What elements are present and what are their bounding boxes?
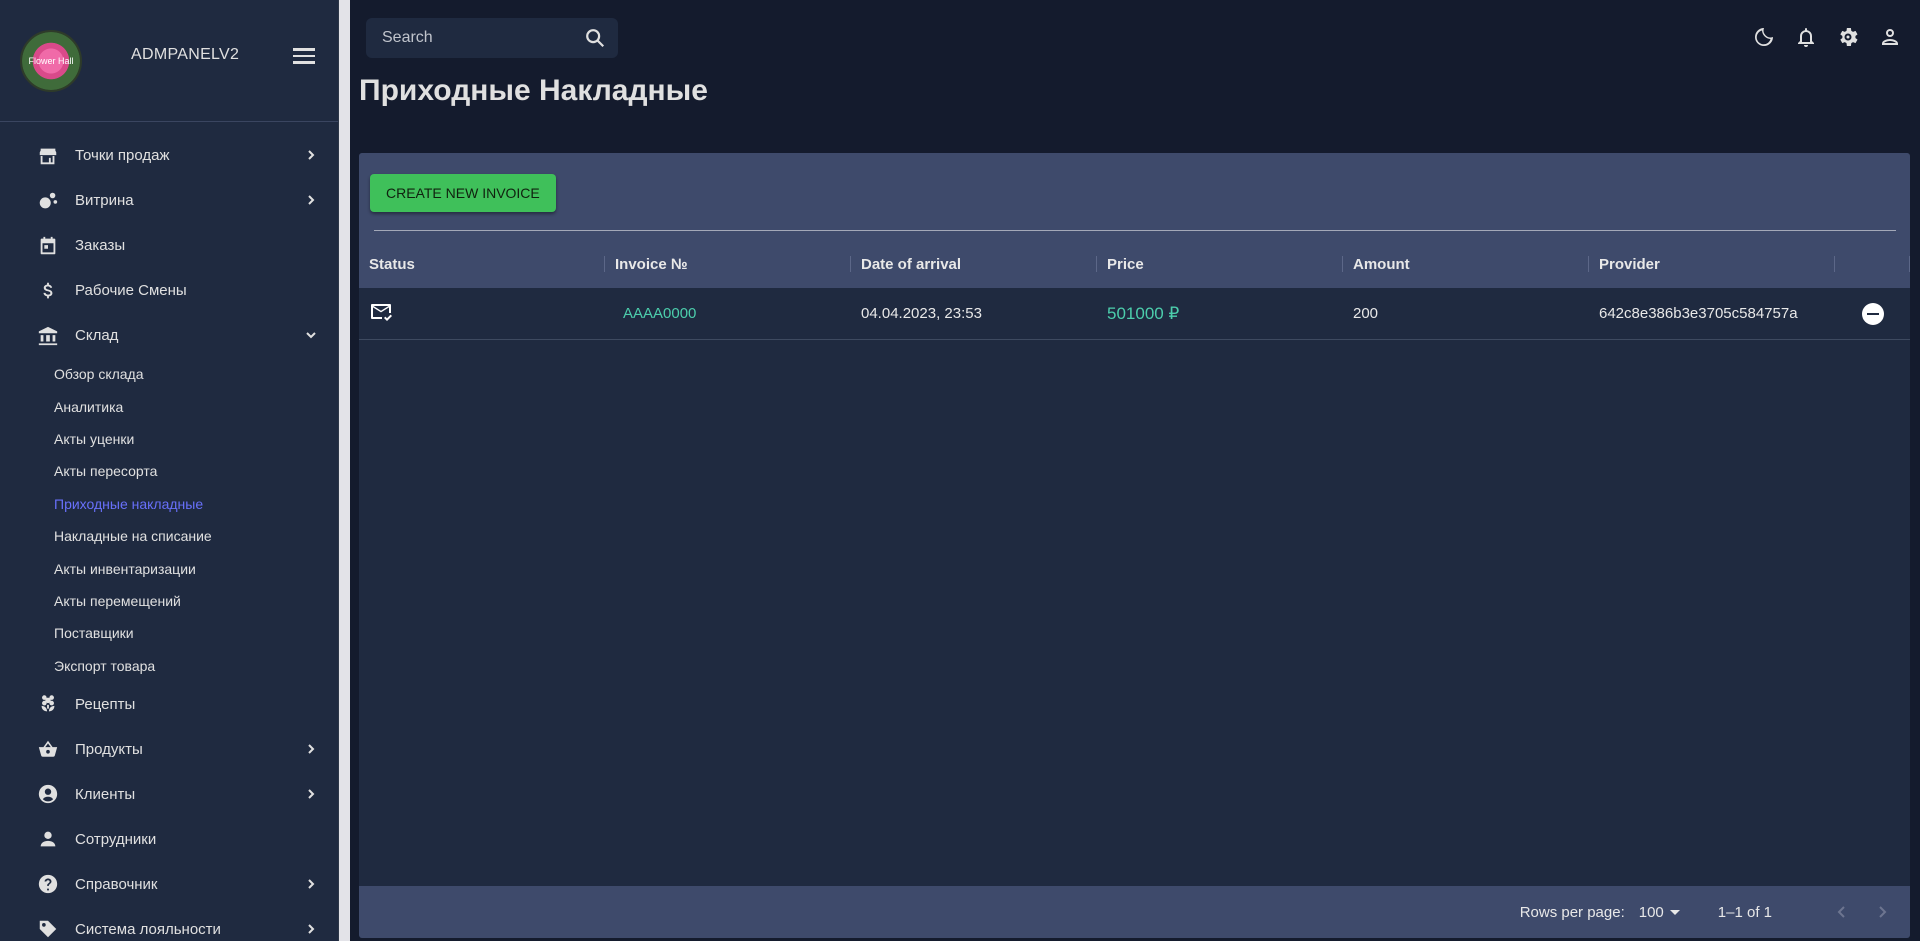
sidebar-item-loyalty[interactable]: Система лояльности: [0, 907, 338, 941]
next-page-icon[interactable]: [1872, 902, 1892, 922]
page-title: Приходные Накладные: [359, 74, 708, 107]
dark-mode-icon[interactable]: [1752, 25, 1776, 49]
sidebar-subitem-write-offs[interactable]: Накладные на списание: [54, 520, 338, 552]
sidebar-item-label: Продукты: [75, 740, 143, 758]
sidebar: Flower Hall ADMPANELV2 Точки продаж Витр…: [0, 0, 339, 941]
chevron-right-icon: [304, 742, 318, 756]
sidebar-item-clients[interactable]: Клиенты: [0, 772, 338, 817]
sidebar-item-label: Склад: [75, 327, 119, 344]
sidebar-item-label: Справочник: [75, 875, 158, 893]
column-header-date[interactable]: Date of arrival: [851, 240, 1097, 288]
sidebar-subitem-overview[interactable]: Обзор склада: [54, 358, 338, 390]
sidebar-item-reference[interactable]: Справочник: [0, 862, 338, 907]
invoices-panel: CREATE NEW INVOICE Status Invoice № Date…: [359, 153, 1910, 938]
sidebar-item-label: Рецепты: [75, 695, 136, 713]
person-icon: [36, 827, 60, 851]
bank-icon: [36, 324, 60, 348]
sidebar-header: Flower Hall ADMPANELV2: [0, 0, 338, 122]
price-value: 501000 ₽: [1107, 303, 1180, 323]
basket-icon: [36, 737, 60, 761]
chevron-right-icon: [304, 193, 318, 207]
help-icon: [36, 872, 60, 896]
search-box: [366, 18, 618, 58]
sidebar-subitem-export[interactable]: Экспорт товара: [54, 650, 338, 682]
sidebar-scrollbar[interactable]: [339, 0, 350, 941]
sidebar-item-sales-points[interactable]: Точки продаж: [0, 133, 338, 178]
logo: Flower Hall: [20, 29, 82, 92]
rows-per-page-label: Rows per page:: [1519, 903, 1625, 921]
create-invoice-button[interactable]: CREATE NEW INVOICE: [370, 174, 556, 212]
user-icon[interactable]: [1878, 25, 1902, 49]
sidebar-item-recipes[interactable]: Рецепты: [0, 682, 338, 727]
sidebar-item-label: Заказы: [75, 237, 126, 254]
sidebar-subitem-resorting[interactable]: Акты пересорта: [54, 455, 338, 487]
search-icon[interactable]: [584, 27, 606, 49]
chevron-right-icon: [304, 877, 318, 891]
sidebar-nav: Точки продаж Витрина Заказы Рабочие Смен…: [0, 122, 338, 941]
sidebar-item-label: Клиенты: [75, 785, 136, 803]
gear-icon[interactable]: [1836, 25, 1860, 49]
column-header-amount[interactable]: Amount: [1343, 240, 1589, 288]
column-header-status[interactable]: Status: [359, 240, 605, 288]
sidebar-item-label: Точки продаж: [75, 147, 170, 164]
caret-down-icon: [1669, 909, 1680, 915]
invoice-link[interactable]: AAAA0000: [615, 305, 696, 322]
chevron-right-icon: [304, 148, 318, 162]
tag-icon: [36, 917, 60, 941]
date-cell: 04.04.2023, 23:53: [861, 305, 982, 322]
column-header-invoice[interactable]: Invoice №: [605, 240, 851, 288]
provider-cell: 642c8e386b3e3705c584757a: [1599, 305, 1798, 322]
sidebar-subitem-inventory[interactable]: Акты инвентаризации: [54, 552, 338, 584]
chevron-down-icon: [304, 328, 318, 342]
column-header-price[interactable]: Price: [1097, 240, 1343, 288]
sidebar-subitem-markdowns[interactable]: Акты уценки: [54, 423, 338, 455]
mail-check-icon: [369, 300, 393, 328]
column-header-provider[interactable]: Provider: [1589, 240, 1835, 288]
app-name: ADMPANELV2: [131, 46, 240, 63]
sidebar-item-label: Витрина: [75, 192, 134, 209]
pagination-range: 1–1 of 1: [1717, 903, 1772, 921]
top-icons: [1752, 25, 1902, 49]
table-header: Status Invoice № Date of arrival Price A…: [359, 240, 1910, 288]
column-header-actions: [1835, 240, 1910, 288]
remove-icon[interactable]: [1861, 302, 1884, 325]
sidebar-subitem-transfers[interactable]: Акты перемещений: [54, 585, 338, 617]
sidebar-item-label: Рабочие Смены: [75, 282, 187, 299]
chevron-right-icon: [304, 787, 318, 801]
amount-cell: 200: [1353, 305, 1379, 322]
price-cell: 501000 ₽: [1097, 288, 1343, 339]
showcase-icon: [36, 189, 60, 213]
hamburger-menu-icon[interactable]: [293, 48, 315, 64]
warehouse-submenu: Обзор склада Аналитика Акты уценки Акты …: [0, 358, 338, 682]
calendar-icon: [36, 234, 60, 258]
logo-text: Flower Hall: [28, 55, 74, 66]
sidebar-item-shifts[interactable]: Рабочие Смены: [0, 268, 338, 313]
bell-icon[interactable]: [1794, 25, 1818, 49]
status-cell: [359, 288, 605, 339]
account-circle-icon: [36, 782, 60, 806]
sidebar-item-label: Система лояльности: [75, 920, 221, 938]
rows-per-page-select[interactable]: 100: [1639, 904, 1680, 921]
store-icon: [36, 144, 60, 168]
pagination: Rows per page: 100 1–1 of 1: [359, 886, 1910, 938]
sidebar-item-showcase[interactable]: Витрина: [0, 178, 338, 223]
chevron-right-icon: [304, 922, 318, 936]
sidebar-item-orders[interactable]: Заказы: [0, 223, 338, 268]
actions-cell: [1835, 288, 1910, 339]
sidebar-subitem-analytics[interactable]: Аналитика: [54, 390, 338, 422]
sidebar-subitem-incoming-invoices[interactable]: Приходные накладные: [54, 488, 338, 520]
search-input[interactable]: [382, 29, 572, 47]
divider: [374, 230, 1896, 231]
table-row[interactable]: AAAA0000 04.04.2023, 23:53 501000 ₽ 200 …: [359, 288, 1910, 340]
flower-icon: [36, 692, 60, 716]
invoice-cell: AAAA0000: [605, 288, 851, 339]
dollar-icon: [36, 279, 60, 303]
sidebar-item-warehouse[interactable]: Склад: [0, 313, 338, 358]
sidebar-item-employees[interactable]: Сотрудники: [0, 817, 338, 862]
sidebar-item-products[interactable]: Продукты: [0, 727, 338, 772]
sidebar-item-label: Сотрудники: [75, 830, 157, 848]
table-toolbar: CREATE NEW INVOICE Status Invoice № Date…: [359, 153, 1910, 288]
sidebar-subitem-suppliers[interactable]: Поставщики: [54, 617, 338, 649]
prev-page-icon[interactable]: [1832, 902, 1852, 922]
